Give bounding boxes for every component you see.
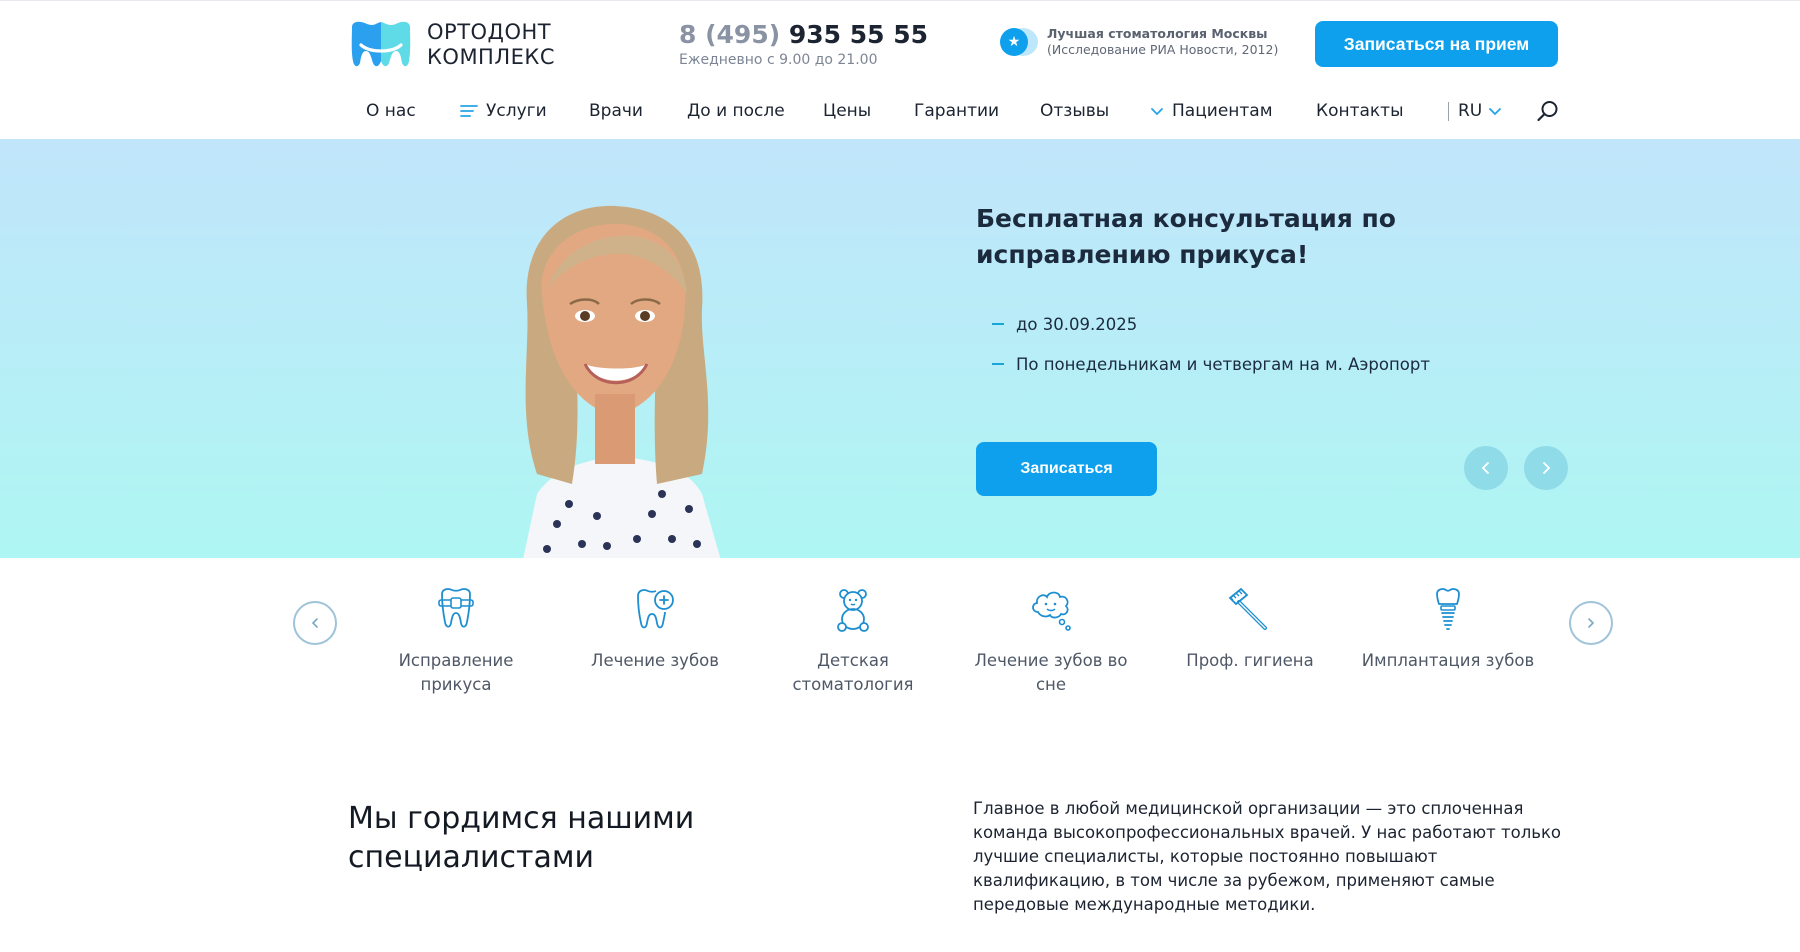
nav-label: Отзывы [1040, 101, 1110, 121]
nav-label: О нас [366, 101, 416, 121]
nav-label: Контакты [1316, 101, 1404, 121]
service-label: Лечение зубов во сне [974, 651, 1128, 694]
logo-text: ОРТОДОНТ КОМПЛЕКС [427, 20, 555, 70]
language-chevron-icon [1489, 107, 1502, 116]
hero-point-text: до 30.09.2025 [1016, 314, 1138, 334]
chevron-left-icon [311, 618, 318, 628]
service-item-orthodontics[interactable]: Исправление прикуса [366, 586, 546, 697]
dash-icon [992, 363, 1004, 365]
book-appointment-button[interactable]: Записаться на прием [1315, 21, 1558, 67]
award-title: Лучшая стоматология Москвы [1047, 26, 1268, 41]
services-next-button[interactable] [1569, 601, 1613, 645]
nav-item-services[interactable]: Услуги [460, 96, 547, 126]
chevron-left-icon [1481, 462, 1489, 474]
service-item-sleep[interactable]: Лечение зубов во сне [961, 586, 1141, 697]
phone-code: 8 (495) [679, 20, 781, 49]
hero-title: Бесплатная консультация по исправлению п… [976, 204, 1396, 269]
slider-next-button[interactable] [1524, 446, 1568, 490]
service-item-kids[interactable]: Детская стоматология [763, 586, 943, 697]
slider-prev-button[interactable] [1464, 446, 1508, 490]
service-item-hygiene[interactable]: Проф. гигиена [1160, 586, 1340, 673]
nav-label: Пациентам [1172, 101, 1273, 121]
star-badge-icon: ★ [1000, 27, 1039, 57]
services-prev-button[interactable] [293, 601, 337, 645]
hero-point: По понедельникам и четвергам на м. Аэроп… [992, 344, 1430, 384]
site-logo[interactable]: ОРТОДОНТ КОМПЛЕКС [348, 20, 555, 70]
hero-signup-button[interactable]: Записаться [976, 442, 1157, 496]
nav-label: Гарантии [914, 101, 1000, 121]
opening-hours: Ежедневно с 9.00 до 21.00 [679, 52, 878, 68]
tooth-logo-icon [351, 21, 411, 67]
header-top-border [0, 0, 1800, 1]
nav-item-guarantees[interactable]: Гарантии [914, 96, 999, 126]
service-item-treatment[interactable]: Лечение зубов [565, 586, 745, 673]
hero-point-text: По понедельникам и четвергам на м. Аэроп… [1016, 354, 1430, 374]
language-divider [1448, 102, 1449, 121]
nav-item-about[interactable]: О нас [366, 96, 416, 126]
specialists-title: Мы гордимся нашими специалистами [348, 801, 695, 875]
service-label: Исправление прикуса [398, 651, 514, 694]
phone-number: 935 55 55 [788, 20, 929, 49]
service-label: Лечение зубов [591, 651, 719, 670]
menu-lines-icon [460, 104, 478, 118]
nav-label: Врачи [589, 101, 643, 121]
award-source: (Исследование РИА Новости, 2012) [1047, 42, 1279, 57]
service-label: Имплантация зубов [1361, 651, 1535, 670]
teddy-bear-icon [837, 589, 869, 632]
implant-icon [1436, 588, 1460, 630]
service-item-implants[interactable]: Имплантация зубов [1358, 586, 1538, 673]
nav-item-prices[interactable]: Цены [823, 96, 871, 126]
phone-link[interactable]: 8 (495) 935 55 55 [679, 20, 928, 50]
chevron-right-icon [1588, 618, 1595, 628]
toothbrush-icon [1228, 587, 1267, 630]
nav-item-before-after[interactable]: До и после [687, 96, 785, 126]
award-badge: ★ Лучшая стоматология Москвы (Исследован… [1000, 26, 1278, 58]
nav-label: Цены [823, 101, 872, 121]
nav-item-doctors[interactable]: Врачи [589, 96, 643, 126]
search-icon[interactable] [1536, 99, 1560, 123]
chevron-right-icon [1543, 462, 1551, 474]
hero-point: до 30.09.2025 [992, 304, 1430, 344]
nav-label: Услуги [486, 101, 547, 121]
specialists-text: Главное в любой медицинской организации … [973, 799, 1562, 914]
smiling-woman-photo [523, 205, 721, 558]
service-label: Детская стоматология [792, 651, 914, 694]
chevron-down-icon [1150, 106, 1164, 116]
hero-points: до 30.09.2025 По понедельникам и четверг… [992, 304, 1430, 384]
main-nav: О нас Услуги Врачи До и после Цены Гаран… [348, 96, 1562, 126]
logo-line1: ОРТОДОНТ [427, 20, 552, 44]
language-label: RU [1458, 101, 1483, 121]
nav-item-reviews[interactable]: Отзывы [1040, 96, 1109, 126]
nav-item-contacts[interactable]: Контакты [1316, 96, 1404, 126]
nav-item-patients[interactable]: Пациентам [1150, 96, 1273, 126]
service-label: Проф. гигиена [1186, 651, 1314, 670]
nav-label: До и после [687, 101, 785, 121]
phone-block: 8 (495) 935 55 55 Ежедневно с 9.00 до 21… [679, 20, 928, 68]
logo-line2: КОМПЛЕКС [427, 45, 555, 69]
language-selector[interactable]: RU [1458, 96, 1502, 126]
sleep-cloud-icon [1032, 591, 1071, 631]
hero-banner: Бесплатная консультация по исправлению п… [0, 139, 1800, 558]
braces-tooth-icon [438, 588, 474, 628]
dash-icon [992, 323, 1004, 325]
tooth-plus-icon [637, 589, 674, 629]
